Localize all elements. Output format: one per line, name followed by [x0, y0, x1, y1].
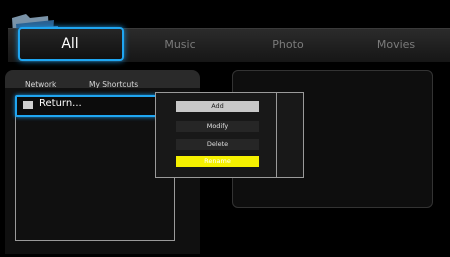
- tab-music[interactable]: Music: [140, 28, 220, 61]
- tab-movies[interactable]: Movies: [356, 28, 436, 61]
- menu-item-rename[interactable]: Rename: [176, 156, 259, 167]
- menu-item-add[interactable]: Add: [176, 101, 259, 112]
- context-menu: Add Modify Delete Rename: [155, 92, 277, 178]
- folder-icon: [23, 101, 33, 109]
- list-item-label: Return...: [39, 98, 82, 109]
- menu-item-modify[interactable]: Modify: [176, 121, 259, 132]
- menu-item-delete[interactable]: Delete: [176, 139, 259, 150]
- list-item-selected[interactable]: Return...: [15, 95, 159, 117]
- left-panel-header: Network My Shortcuts: [5, 70, 200, 89]
- list-frame: [15, 114, 175, 241]
- menu-extension: [275, 92, 304, 178]
- tab-photo[interactable]: Photo: [248, 28, 328, 61]
- tab-all[interactable]: All: [18, 28, 122, 61]
